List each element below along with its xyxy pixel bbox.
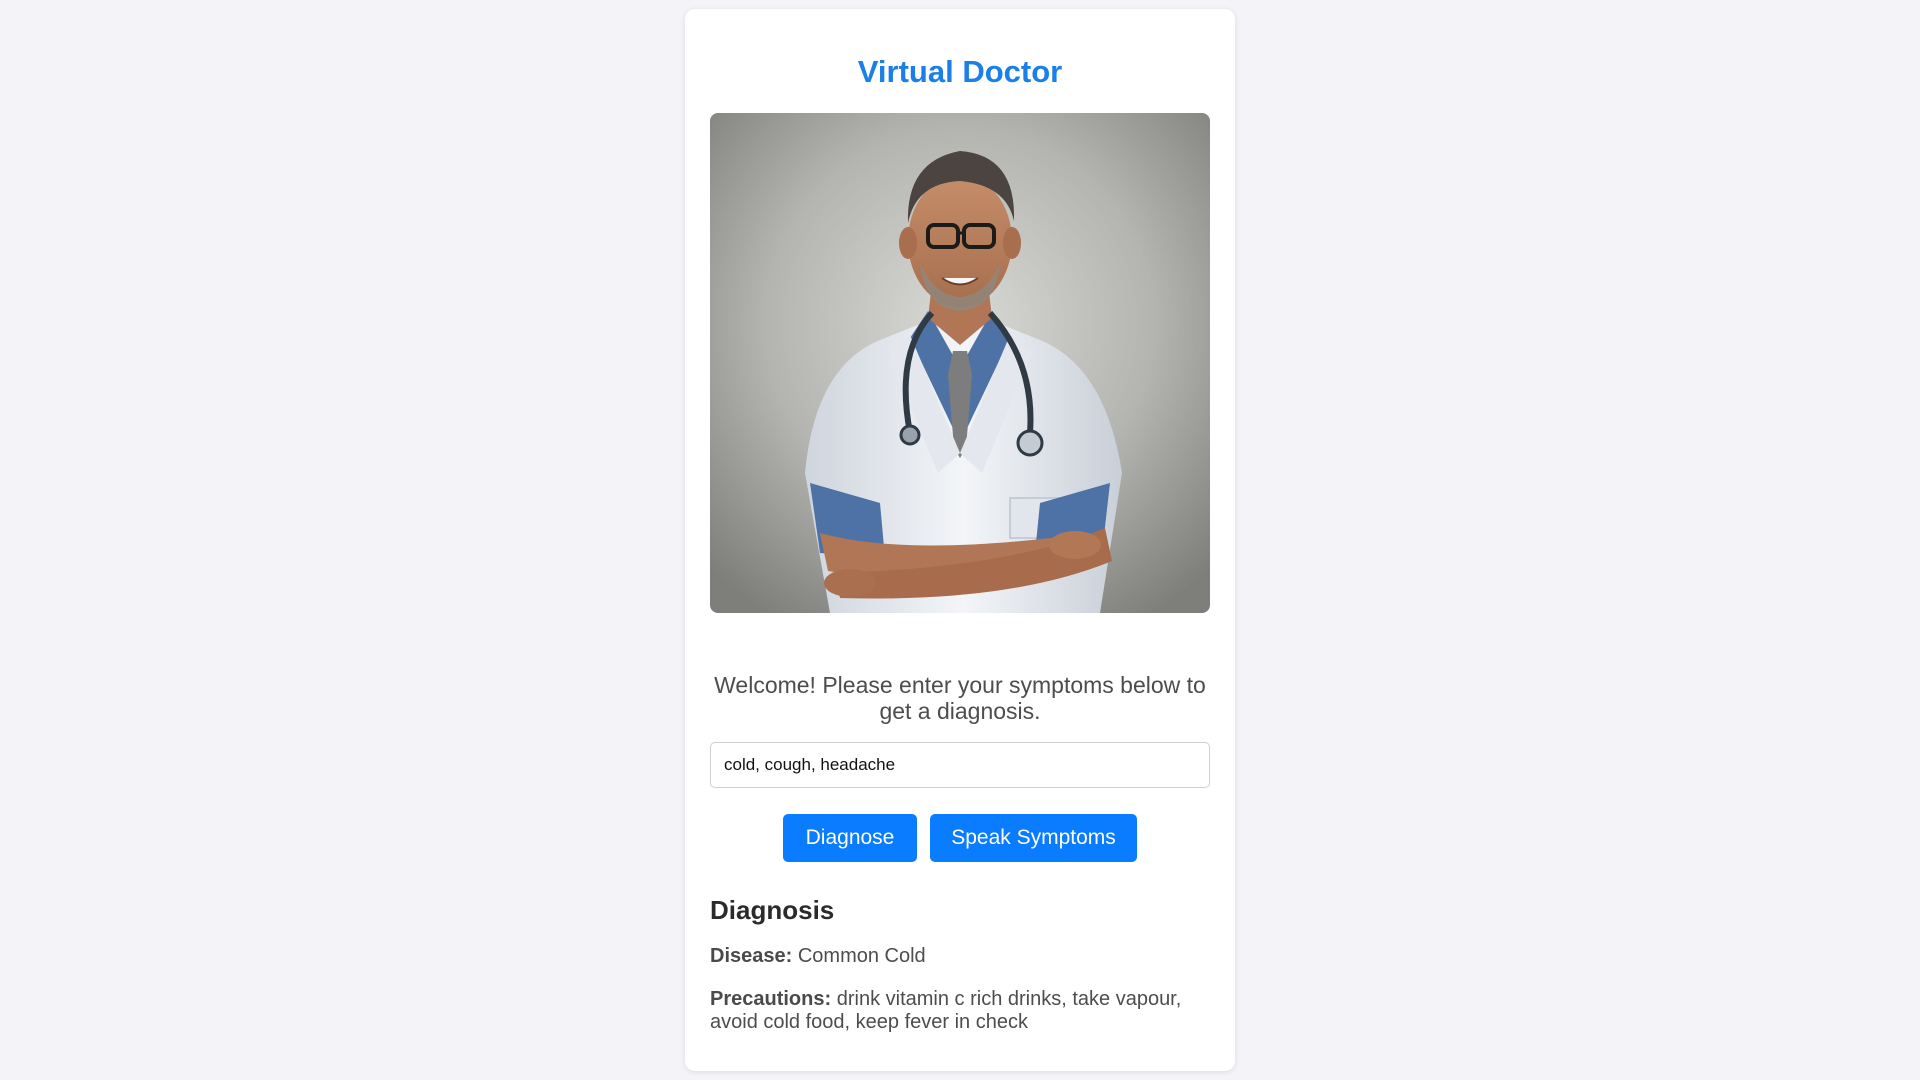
doctor-card: Virtual Doctor Welcome! Please enter you… — [685, 9, 1235, 1071]
welcome-message: Welcome! Please enter your symptoms belo… — [714, 672, 1206, 724]
page-title: Virtual Doctor — [857, 54, 1063, 89]
precautions-result: Precautions: drink vitamin c rich drinks… — [710, 988, 1210, 1034]
diagnose-button[interactable]: Diagnose — [783, 814, 917, 862]
disease-value: Common Cold — [797, 945, 926, 967]
precautions-label: Precautions: — [710, 988, 832, 1010]
doctor-portrait-icon — [710, 113, 1210, 613]
disease-label: Disease: — [710, 945, 793, 967]
diagnosis-heading: Diagnosis — [710, 895, 835, 925]
speak-symptoms-button[interactable]: Speak Symptoms — [930, 814, 1137, 862]
disease-result: Disease: Common Cold — [710, 945, 1210, 968]
symptoms-input[interactable] — [710, 742, 1210, 788]
doctor-image — [710, 113, 1210, 613]
